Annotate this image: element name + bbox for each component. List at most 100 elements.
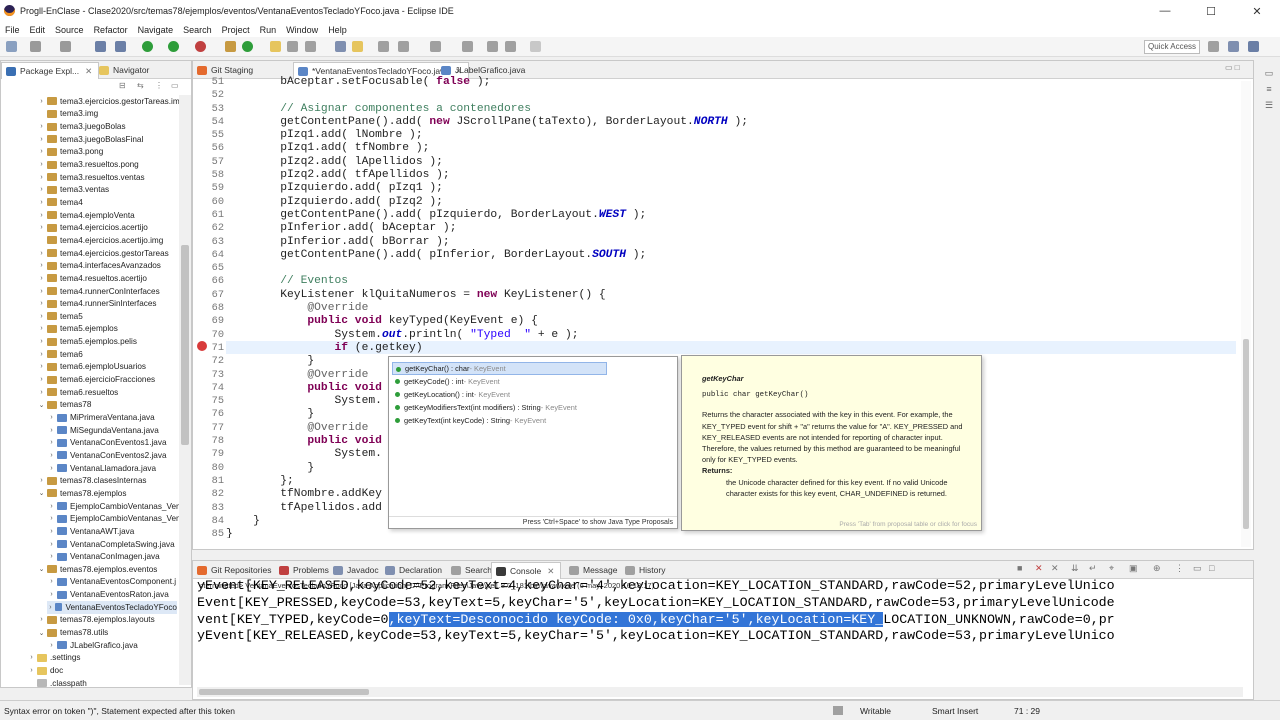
tree-item[interactable]: › VentanaConEventos2.java xyxy=(47,449,166,462)
toggle-mark-icon[interactable] xyxy=(335,41,346,52)
tree-item[interactable]: › VentanaAWT.java xyxy=(47,525,134,538)
coverage-icon[interactable] xyxy=(168,41,179,52)
outline-icon[interactable]: ≡ xyxy=(1263,84,1275,95)
code-line[interactable]: pIzq1.add( lNombre ); xyxy=(226,129,1236,142)
code-line[interactable]: @Override xyxy=(226,302,1236,315)
tree-item[interactable]: › VentanaEventosTecladoYFoco xyxy=(47,601,177,614)
collapsed-icon[interactable]: › xyxy=(47,439,56,446)
tab-git-repositories[interactable]: Git Repositories xyxy=(193,562,277,579)
tree-item[interactable]: › VentanaConEventos1.java xyxy=(47,437,166,450)
tab-message[interactable]: Message xyxy=(565,562,624,579)
console-line[interactable]: Event[KEY_PRESSED,keyCode=53,keyText=5,k… xyxy=(197,595,1247,612)
tree-item[interactable]: › tema4.interfacesAvanzados xyxy=(37,259,161,272)
expanded-icon[interactable]: ⌄ xyxy=(37,629,46,637)
search-icon[interactable] xyxy=(287,41,298,52)
collapsed-icon[interactable]: › xyxy=(37,148,46,155)
menu-search[interactable]: Search xyxy=(178,25,217,35)
minimize-view-icon[interactable]: ▭ xyxy=(171,81,179,90)
restore-icon[interactable]: ▭ xyxy=(1263,68,1275,79)
block-select-icon[interactable] xyxy=(378,41,389,52)
view-menu-icon[interactable]: ⋮ xyxy=(155,81,163,90)
code-line[interactable] xyxy=(226,262,1236,275)
link-editor-icon[interactable]: ⇆ xyxy=(137,81,144,90)
editor-vertical-scrollbar[interactable] xyxy=(1241,81,1251,547)
collapsed-icon[interactable]: › xyxy=(47,465,56,472)
tree-item[interactable]: › JLabelGrafico.java xyxy=(47,639,137,652)
tree-scrollbar[interactable] xyxy=(179,95,191,685)
menu-help[interactable]: Help xyxy=(323,25,352,35)
collapsed-icon[interactable]: › xyxy=(37,389,46,396)
save-all-icon[interactable] xyxy=(60,41,71,52)
code-line[interactable]: pIzq1.add( tfNombre ); xyxy=(226,142,1236,155)
tree-item[interactable]: tema3.img xyxy=(37,108,98,121)
scroll-lock-icon[interactable]: ⇊ xyxy=(1071,563,1079,574)
code-line[interactable]: getContentPane().add( pIzquierdo, Border… xyxy=(226,209,1236,222)
open-perspective-icon[interactable] xyxy=(1208,41,1219,52)
collapsed-icon[interactable]: › xyxy=(37,136,46,143)
code-line[interactable]: pInferior.add( bBorrar ); xyxy=(226,236,1236,249)
close-icon[interactable]: ✕ xyxy=(85,66,92,76)
menu-navigate[interactable]: Navigate xyxy=(133,25,179,35)
highlight-icon[interactable] xyxy=(352,41,363,52)
collapsed-icon[interactable]: › xyxy=(27,667,36,674)
tree-item[interactable]: › tema6.ejemploUsuarios xyxy=(37,361,146,374)
collapsed-icon[interactable]: › xyxy=(37,313,46,320)
close-button[interactable]: ✕ xyxy=(1234,0,1280,22)
new-class-icon[interactable] xyxy=(242,41,253,52)
collapsed-icon[interactable]: › xyxy=(47,503,56,510)
console-scrollbar-thumb[interactable] xyxy=(199,689,369,695)
quick-access-input[interactable]: Quick Access xyxy=(1144,40,1200,54)
collapsed-icon[interactable]: › xyxy=(47,541,56,548)
tree-item[interactable]: ⌄ temas78.utils xyxy=(37,626,109,639)
tree-item[interactable]: › tema4.ejercicios.acertijo xyxy=(37,222,148,235)
tree-item[interactable]: › tema6 xyxy=(37,348,82,361)
code-line[interactable]: // Eventos xyxy=(226,275,1236,288)
code-line[interactable]: getContentPane().add( pInferior, BorderL… xyxy=(226,249,1236,262)
code-line[interactable]: pIzq2.add( tfApellidos ); xyxy=(226,169,1236,182)
menu-project[interactable]: Project xyxy=(217,25,255,35)
tree-item[interactable]: › tema4 xyxy=(37,196,82,209)
tab-console[interactable]: Console ✕ xyxy=(491,562,562,579)
minimize-icon[interactable]: ▭ xyxy=(1225,63,1233,72)
tree-item[interactable]: › tema4.runnerSinInterfaces xyxy=(37,297,156,310)
collapsed-icon[interactable]: › xyxy=(37,250,46,257)
tree-item[interactable]: › tema3.pong xyxy=(37,146,103,159)
tree-item[interactable]: › tema3.resueltos.ventas xyxy=(37,171,144,184)
console-horizontal-scrollbar[interactable] xyxy=(197,687,1243,697)
collapsed-icon[interactable]: › xyxy=(47,604,54,611)
new-icon[interactable] xyxy=(6,41,17,52)
collapsed-icon[interactable]: › xyxy=(37,224,46,231)
debug-icon[interactable] xyxy=(95,41,106,52)
collapsed-icon[interactable]: › xyxy=(37,275,46,282)
collapsed-icon[interactable]: › xyxy=(37,123,46,130)
back-icon[interactable] xyxy=(505,41,516,52)
maximize-button[interactable]: ☐ xyxy=(1188,0,1234,22)
collapsed-icon[interactable]: › xyxy=(47,591,56,598)
prev-annotation-icon[interactable] xyxy=(462,41,473,52)
tree-item[interactable]: › tema4.resueltos.acertijo xyxy=(37,272,147,285)
code-line[interactable] xyxy=(226,89,1236,102)
menu-edit[interactable]: Edit xyxy=(25,25,51,35)
tree-item[interactable]: › tema5.ejemplos xyxy=(37,323,117,336)
tree-item[interactable]: › VentanaConImagen.java xyxy=(47,550,159,563)
tree-item[interactable]: .classpath xyxy=(27,677,87,690)
tree-item[interactable]: › VentanaEventosRaton.java xyxy=(47,588,168,601)
collapsed-icon[interactable]: › xyxy=(37,174,46,181)
collapsed-icon[interactable]: › xyxy=(37,325,46,332)
tree-item[interactable]: › temas78.ejemplos.layouts xyxy=(37,614,154,627)
collapsed-icon[interactable]: › xyxy=(27,654,36,661)
collapsed-icon[interactable]: › xyxy=(37,376,46,383)
proposal-item[interactable]: getKeyModifiersText(int modifiers) : Str… xyxy=(392,401,577,414)
proposal-item[interactable]: getKeyChar() : char - KeyEvent xyxy=(392,362,607,375)
collapsed-icon[interactable]: › xyxy=(37,300,46,307)
word-wrap-icon[interactable]: ↵ xyxy=(1089,563,1097,574)
view-menu-icon[interactable]: ⋮ xyxy=(1175,563,1184,574)
collapsed-icon[interactable]: › xyxy=(47,553,56,560)
task-list-icon[interactable]: ☰ xyxy=(1263,100,1275,111)
menu-window[interactable]: Window xyxy=(281,25,323,35)
collapse-all-icon[interactable]: ⊟ xyxy=(119,81,126,90)
code-line[interactable]: getContentPane().add( new JScrollPane(ta… xyxy=(226,116,1236,129)
collapsed-icon[interactable]: › xyxy=(37,363,46,370)
tree-item[interactable]: › tema4.ejemploVenta xyxy=(37,209,134,222)
pin-console-icon[interactable]: ⌖ xyxy=(1109,563,1114,574)
